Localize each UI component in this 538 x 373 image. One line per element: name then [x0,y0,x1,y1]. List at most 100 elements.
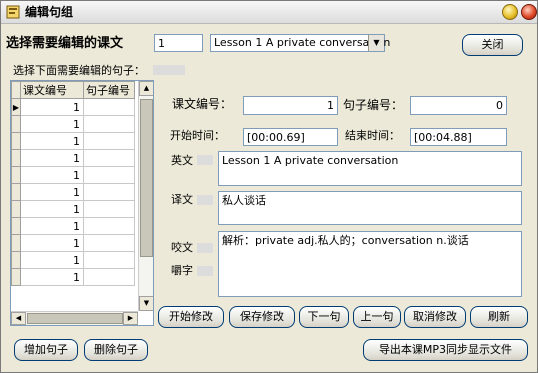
row-pointer-icon: ▶ [11,98,21,116]
row-indicator [11,166,21,184]
notes-textarea[interactable]: 解析：private adj.私人的；conversation n.谈话 [218,231,522,297]
window-title: 编辑句组 [25,5,74,19]
row-indicator [11,149,21,167]
close-window-button[interactable] [521,4,537,20]
cell-sentence-no[interactable] [83,149,135,167]
edit-sentence-window: 编辑句组 选择需要编辑的课文 1 Lesson 1 A private conv… [0,0,538,373]
cell-lesson-no[interactable]: 1 [20,234,84,252]
cell-sentence-no[interactable] [83,166,135,184]
chevron-down-icon[interactable]: ▼ [368,35,384,51]
cell-sentence-no[interactable] [83,217,135,235]
cell-sentence-no[interactable] [83,268,135,286]
cell-sentence-no[interactable] [83,183,135,201]
cell-sentence-no[interactable] [83,251,135,269]
add-sentence-button[interactable]: 增加句子 [14,339,78,361]
word-analysis-label-tag [197,266,213,276]
english-textarea[interactable]: Lesson 1 A private conversation [218,151,522,186]
cell-lesson-no[interactable]: 1 [20,217,84,235]
grid-header-row: 课文编号 句子编号 [11,81,135,99]
column-header-lesson-no[interactable]: 课文编号 [20,81,84,99]
translation-label-tag [197,195,213,205]
table-row[interactable]: 1 [11,183,135,201]
cell-sentence-no[interactable] [83,200,135,218]
column-header-sentence-no[interactable]: 句子编号 [83,81,135,99]
app-icon [6,5,20,19]
row-indicator [11,132,21,150]
row-indicator [11,217,21,235]
table-row[interactable]: 1 [11,234,135,252]
grid-caption: 选择下面需要编辑的句子： [13,64,145,77]
vertical-scroll-thumb[interactable] [140,99,153,257]
close-button[interactable]: 关闭 [462,34,523,56]
prev-sentence-button[interactable]: 上一句 [353,306,401,328]
horizontal-scrollbar[interactable]: ◀ ▶ [11,311,138,325]
cell-lesson-no[interactable]: 1 [20,132,84,150]
cell-lesson-no[interactable]: 1 [20,98,84,116]
start-time-label: 开始时间： [170,129,225,142]
pronunciation-label: 咬文 [171,241,193,254]
delete-sentence-button[interactable]: 删除句子 [84,339,148,361]
sentence-no-label: 句子编号： [343,98,404,112]
cell-lesson-no[interactable]: 1 [20,251,84,269]
start-edit-button[interactable]: 开始修改 [158,306,224,328]
sentence-grid[interactable]: 课文编号 句子编号 ▶ 1 1 1 1 1 1 1 1 1 1 1 ▲ ▼ ◀ … [10,80,154,326]
next-sentence-button[interactable]: 下一句 [299,306,349,328]
select-lesson-label: 选择需要编辑的课文 [6,36,124,51]
start-time-input[interactable]: [00:00.69] [243,128,338,146]
table-row[interactable]: 1 [11,217,135,235]
cell-lesson-no[interactable]: 1 [20,183,84,201]
table-row[interactable]: 1 [11,200,135,218]
english-label: 英文 [171,154,193,167]
row-indicator [11,200,21,218]
save-edit-button[interactable]: 保存修改 [229,306,295,328]
table-row[interactable]: 1 [11,115,135,133]
cell-lesson-no[interactable]: 1 [20,166,84,184]
row-indicator [11,268,21,286]
table-row[interactable]: 1 [11,166,135,184]
row-indicator [11,115,21,133]
horizontal-scroll-thumb[interactable] [27,313,123,324]
sentence-table: 课文编号 句子编号 ▶ 1 1 1 1 1 1 1 1 1 1 1 [11,81,135,286]
translation-textarea[interactable]: 私人谈话 [218,191,522,225]
lesson-number-input[interactable]: 1 [154,34,203,52]
cell-sentence-no[interactable] [83,234,135,252]
table-row[interactable]: 1 [11,251,135,269]
export-mp3-sync-button[interactable]: 导出本课MP3同步显示文件 [363,339,528,361]
word-analysis-label: 嚼字 [171,264,193,277]
title-bar[interactable]: 编辑句组 [1,1,537,24]
minimize-button[interactable] [502,4,518,20]
row-indicator-header [11,81,21,99]
scroll-up-icon[interactable]: ▲ [139,81,153,96]
cell-sentence-no[interactable] [83,115,135,133]
cell-sentence-no[interactable] [83,132,135,150]
scroll-down-icon[interactable]: ▼ [139,296,153,311]
cell-lesson-no[interactable]: 1 [20,115,84,133]
caption-tag [153,65,185,75]
cell-lesson-no[interactable]: 1 [20,268,84,286]
pronunciation-label-tag [197,243,213,253]
table-row[interactable]: 1 [11,149,135,167]
refresh-button[interactable]: 刷新 [470,306,528,328]
end-time-label: 结束时间： [345,129,400,142]
cell-sentence-no[interactable] [83,98,135,116]
translation-label: 译文 [171,193,193,206]
lesson-select[interactable]: Lesson 1 A private conversation ▼ [210,34,390,52]
table-row[interactable]: 1 [11,132,135,150]
cancel-edit-button[interactable]: 取消修改 [404,306,466,328]
english-label-tag [197,155,213,165]
table-row[interactable]: ▶ 1 [11,98,135,116]
lesson-no-input[interactable]: 1 [243,96,338,115]
end-time-input[interactable]: [00:04.88] [410,128,507,146]
cell-lesson-no[interactable]: 1 [20,200,84,218]
sentence-no-input[interactable]: 0 [410,96,507,115]
lesson-no-label: 课文编号： [172,97,233,111]
scroll-right-icon[interactable]: ▶ [123,312,138,325]
row-indicator [11,183,21,201]
row-indicator [11,234,21,252]
lesson-select-value: Lesson 1 A private conversation [214,36,391,49]
table-row[interactable]: 1 [11,268,135,286]
row-indicator [11,251,21,269]
cell-lesson-no[interactable]: 1 [20,149,84,167]
scroll-left-icon[interactable]: ◀ [11,312,26,325]
vertical-scrollbar[interactable]: ▲ ▼ [138,81,153,311]
